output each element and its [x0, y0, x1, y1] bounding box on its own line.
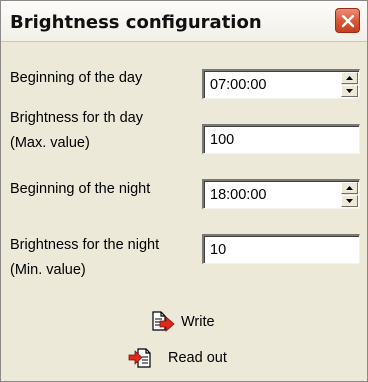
read-out-icon: [128, 348, 151, 368]
write-button[interactable]: Write: [151, 310, 241, 334]
write-label: Write: [181, 314, 215, 330]
day-start-spinner[interactable]: [341, 72, 358, 97]
write-icon: [152, 311, 175, 332]
day-start-label: Beginning of the day: [10, 70, 143, 86]
spin-down-icon: [346, 199, 353, 203]
spin-up-icon: [346, 76, 353, 80]
night-start-spin-down-button[interactable]: [341, 195, 358, 207]
read-out-button[interactable]: Read out: [128, 346, 258, 370]
day-start-spin-down-button[interactable]: [341, 85, 358, 97]
night-brightness-label: Brightness for the night: [10, 237, 160, 253]
night-start-value[interactable]: 18:00:00: [210, 187, 266, 203]
day-brightness-value[interactable]: 100: [210, 132, 234, 148]
night-start-spinner[interactable]: [341, 182, 358, 207]
day-start-value[interactable]: 07:00:00: [210, 77, 266, 93]
read-out-label: Read out: [168, 350, 227, 366]
day-start-spin-up-button[interactable]: [341, 72, 358, 84]
night-start-spin-up-button[interactable]: [341, 182, 358, 194]
night-brightness-field[interactable]: 10: [202, 234, 360, 264]
spin-down-icon: [346, 89, 353, 93]
title-bar[interactable]: Brightness configuration: [1, 1, 367, 42]
day-brightness-sublabel: (Max. value): [10, 135, 90, 151]
brightness-config-window: Brightness configuration Beginning of th…: [0, 0, 368, 382]
night-brightness-sublabel: (Min. value): [10, 262, 86, 278]
night-brightness-value[interactable]: 10: [210, 242, 226, 258]
spin-up-icon: [346, 186, 353, 190]
close-icon: [341, 14, 355, 28]
window-title: Brightness configuration: [10, 12, 262, 33]
day-start-time-field[interactable]: 07:00:00: [202, 69, 360, 99]
day-brightness-label: Brightness for th day: [10, 110, 143, 126]
night-start-label: Beginning of the night: [10, 181, 151, 197]
night-start-time-field[interactable]: 18:00:00: [202, 179, 360, 209]
day-brightness-field[interactable]: 100: [202, 124, 360, 154]
close-button[interactable]: [335, 8, 360, 33]
